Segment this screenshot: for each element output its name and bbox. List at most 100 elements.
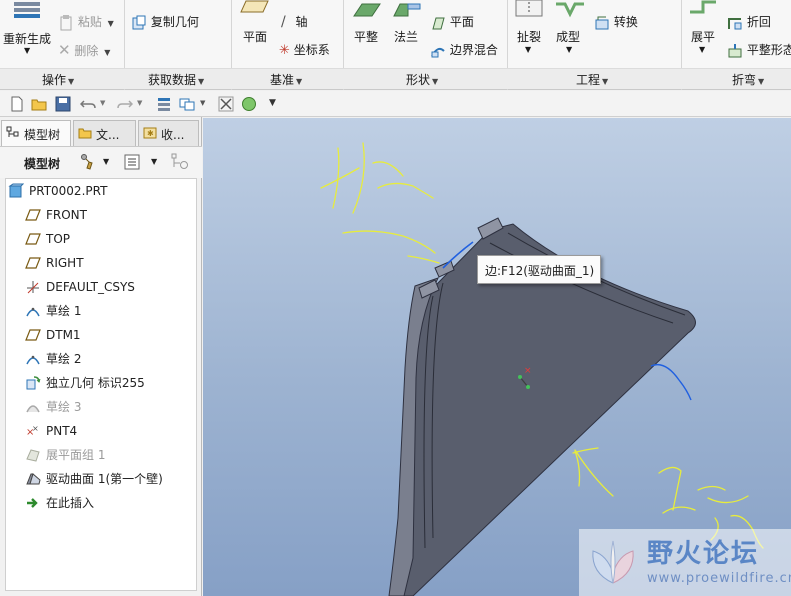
regenerate-small-icon[interactable] [156, 96, 172, 112]
svg-text:×: × [32, 424, 39, 433]
copy-geometry-label: 复制几何 [150, 15, 199, 29]
flat-pattern-label: 平整形态 [746, 43, 791, 57]
flat-pattern-icon [728, 43, 742, 57]
settings-caret[interactable]: ▼ [103, 157, 109, 166]
tree-item-label: 草绘 1 [46, 304, 82, 318]
csys-label: 坐标系 [293, 43, 330, 57]
datum-plane-icon [25, 257, 41, 269]
paste-button[interactable]: 粘贴 ▼ [58, 13, 114, 31]
bend-back-icon [728, 17, 742, 29]
open-folder-icon[interactable] [31, 96, 47, 112]
windows-caret[interactable]: ▼ [200, 99, 205, 107]
group-operations[interactable]: 操作 ▼ [42, 71, 74, 88]
svg-text:×: × [524, 366, 532, 376]
datum-plane-label: 平面 [243, 30, 268, 44]
favorites-icon: ✱ [143, 127, 157, 139]
tree-item[interactable]: 草绘 3 [25, 397, 193, 419]
tree-item-label: PRT0002.PRT [29, 184, 108, 198]
sketch-icon [26, 307, 40, 317]
csys-button[interactable]: ✳ 坐标系 [279, 41, 330, 58]
ribbon-group-bar [0, 68, 791, 89]
tree-item[interactable]: TOP [25, 229, 193, 251]
redo-icon[interactable] [117, 96, 133, 112]
unbend-caret[interactable]: ▼ [699, 45, 705, 54]
form-caret[interactable]: ▼ [566, 45, 572, 54]
tree-item[interactable]: 草绘 2 [25, 349, 193, 371]
unbend-button[interactable]: 展平 ▼ [688, 0, 720, 64]
tree-item[interactable]: FRONT [25, 205, 193, 227]
group-get-data[interactable]: 获取数据 ▼ [148, 71, 204, 88]
group-shapes[interactable]: 形状 ▼ [406, 71, 438, 88]
tab-folder-browser[interactable]: 文... [73, 120, 136, 146]
tree-item[interactable]: × × PNT4 [25, 421, 193, 443]
redo-caret[interactable]: ▼ [137, 99, 142, 107]
group-engineering[interactable]: 工程 ▼ [576, 71, 608, 88]
tree-item[interactable]: 在此插入 [25, 493, 193, 515]
tab-model-tree[interactable]: 模型树 [1, 120, 71, 146]
svg-text:✱: ✱ [147, 129, 154, 138]
tree-filter-icon[interactable] [171, 153, 189, 171]
group-datum[interactable]: 基准 ▼ [270, 71, 302, 88]
close-window-icon[interactable] [218, 96, 234, 112]
tree-item[interactable]: 独立几何 标识255 [25, 373, 193, 395]
edge-tooltip: 边:F12(驱动曲面_1) [477, 255, 601, 284]
tree-item[interactable]: 草绘 1 [25, 301, 193, 323]
copy-geometry-button[interactable]: 复制几何 [131, 13, 199, 31]
quick-access-toolbar: ▼ ▼ ▼ ▼ [0, 91, 791, 117]
graphics-viewport[interactable]: × 边:F12(驱动曲面_1) 野火论坛 www.proewildfire.cn [203, 118, 791, 596]
tab-model-tree-label: 模型树 [24, 128, 61, 142]
windows-icon[interactable] [179, 96, 195, 112]
flatten-button[interactable]: 平整 [350, 0, 386, 60]
flange-button[interactable]: 法兰 [390, 0, 426, 60]
boundary-blend-button[interactable]: 边界混合 [430, 41, 498, 59]
form-button[interactable]: 成型 ▼ [552, 0, 588, 64]
delete-icon: ✕ [58, 41, 71, 59]
model-tree-title: 模型树 [24, 157, 61, 171]
surface-plane-label: 平面 [449, 15, 474, 29]
tab-favorites[interactable]: ✱ 收... [138, 120, 199, 146]
flat-pattern-button[interactable]: 平整形态 [727, 41, 791, 59]
flatten-icon [353, 3, 381, 17]
settings-tools-icon[interactable] [80, 153, 98, 171]
surface-plane-button[interactable]: 平面 [430, 13, 474, 31]
flatten-label: 平整 [354, 30, 379, 44]
datum-plane-button[interactable]: 平面 [238, 0, 272, 60]
rip-button[interactable]: 扯裂 ▼ [514, 0, 546, 64]
highlighted-curve[interactable] [650, 363, 692, 401]
regenerate-button[interactable]: 重新生成 ▼ [2, 2, 54, 64]
tree-item-label: PNT4 [46, 424, 78, 438]
customize-toolbar-caret[interactable]: ▼ [269, 98, 276, 108]
tree-item[interactable]: RIGHT [25, 253, 193, 275]
undo-caret[interactable]: ▼ [100, 99, 105, 107]
new-file-icon[interactable] [9, 96, 25, 112]
tree-item[interactable]: PRT0002.PRT [8, 181, 193, 203]
tree-item-label: 独立几何 标识255 [46, 376, 145, 390]
datum-plane-icon [25, 329, 41, 341]
show-options-icon[interactable] [124, 154, 140, 170]
rip-caret[interactable]: ▼ [525, 45, 531, 54]
bend-back-button[interactable]: 折回 [727, 13, 771, 31]
tree-item[interactable]: DEFAULT_CSYS [25, 277, 193, 299]
driving-surface-icon [26, 473, 41, 485]
surface-plane-icon [432, 17, 445, 29]
tab-favorites-label: 收... [161, 128, 185, 142]
model-tree: PRT0002.PRT FRONT TOP RIGHT DEFAULT_CSYS 草绘 1… [5, 178, 197, 591]
save-icon[interactable] [55, 96, 71, 112]
forum-watermark: 野火论坛 www.proewildfire.cn [579, 529, 791, 596]
convert-button[interactable]: 转换 [594, 13, 638, 31]
tree-item[interactable]: 展平面组 1 [25, 445, 193, 467]
sketch-icon [26, 405, 40, 413]
appearance-gallery-icon[interactable] [241, 96, 257, 112]
tree-item-label: 草绘 3 [46, 400, 82, 414]
regenerate-caret[interactable]: ▼ [24, 46, 30, 55]
show-caret[interactable]: ▼ [151, 157, 157, 166]
group-bends[interactable]: 折弯 ▼ [732, 71, 764, 88]
undo-icon[interactable] [80, 96, 96, 112]
tree-item[interactable]: DTM1 [25, 325, 193, 347]
tree-item[interactable]: 驱动曲面 1(第一个壁) [25, 469, 193, 491]
regenerate-icon [14, 2, 40, 18]
independent-geometry-icon [26, 376, 41, 390]
model-render[interactable]: × [203, 118, 791, 596]
delete-button[interactable]: ✕ 删除 ▼ [58, 41, 110, 59]
axis-button[interactable]: / 轴 [281, 13, 308, 30]
